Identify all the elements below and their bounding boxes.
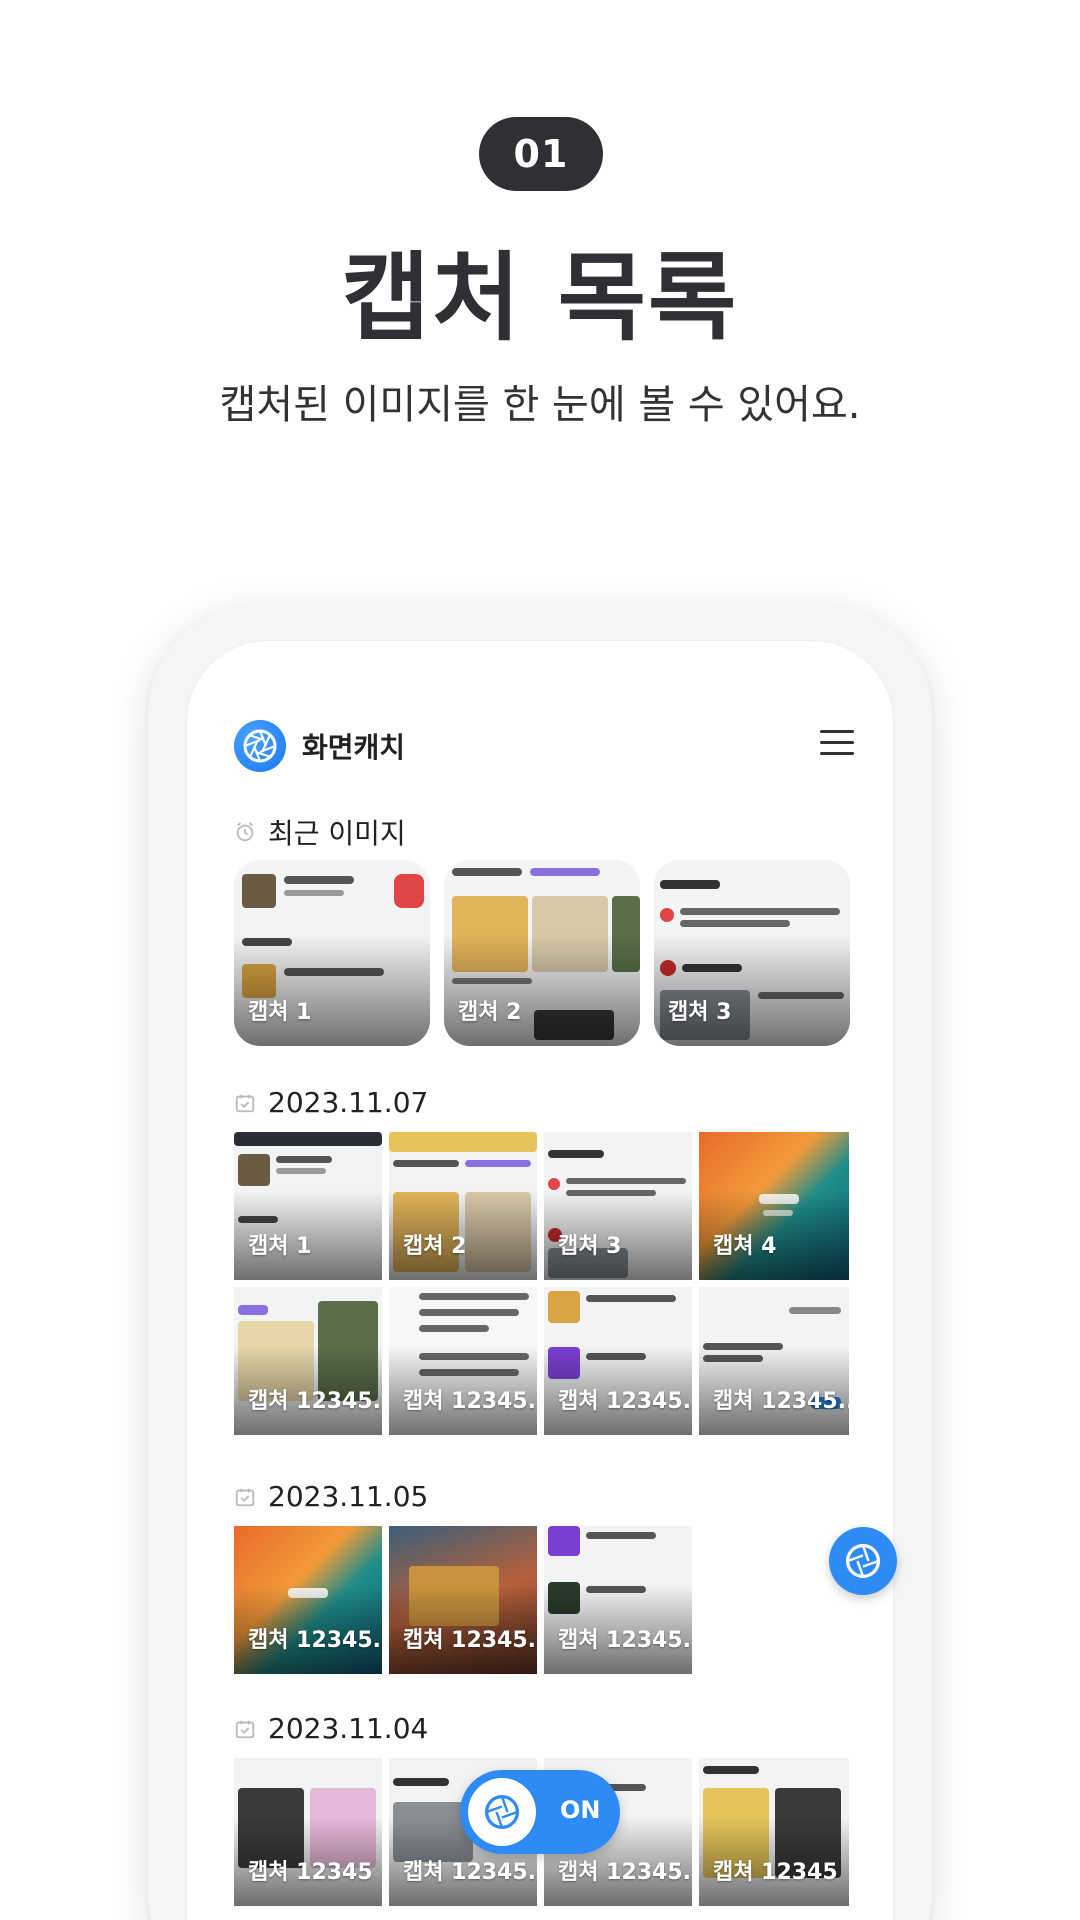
recent-thumb[interactable]: 캡쳐 1 (234, 860, 430, 1046)
toggle-label: ON (560, 1796, 601, 1824)
date-label: 2023.11.04 (268, 1712, 429, 1745)
capture-thumb[interactable]: 캡쳐 12345.. (544, 1287, 692, 1435)
capture-thumb[interactable]: 캡쳐 12345.. (389, 1287, 537, 1435)
thumb-caption: 캡쳐 2 (458, 1000, 522, 1025)
thumb-caption: 캡쳐 12345.. (558, 1389, 692, 1414)
thumb-caption: 캡쳐 12345 (713, 1860, 838, 1885)
recent-images-heading: 최근 이미지 (234, 812, 406, 852)
calendar-check-icon (235, 1488, 255, 1506)
capture-thumb[interactable]: 캡쳐 12345 (699, 1758, 849, 1906)
app-header: 화면캐치 (234, 720, 854, 776)
date-label: 2023.11.05 (268, 1480, 429, 1513)
date-heading: 2023.11.05 (234, 1480, 428, 1513)
capture-thumb[interactable]: 캡쳐 3 (544, 1132, 692, 1280)
thumb-caption: 캡쳐 12345.. (713, 1389, 849, 1414)
thumb-caption: 캡쳐 3 (558, 1234, 622, 1259)
capture-thumb[interactable]: 캡쳐 12345.. (234, 1526, 382, 1674)
thumb-caption: 캡쳐 12345.. (248, 1389, 382, 1414)
capture-thumb[interactable]: 캡쳐 12345.. (544, 1526, 692, 1674)
thumb-caption: 캡쳐 12345.. (558, 1628, 692, 1653)
capture-thumb[interactable]: 캡쳐 1 (234, 1132, 382, 1280)
capture-thumb[interactable]: 캡쳐 12345.. (389, 1526, 537, 1674)
alarm-clock-icon (236, 822, 254, 842)
thumb-caption: 캡쳐 4 (713, 1234, 777, 1259)
thumb-caption: 캡쳐 12345.. (403, 1860, 537, 1885)
capture-toggle[interactable]: ON (460, 1770, 620, 1854)
calendar-check-icon (235, 1094, 255, 1112)
app-title: 화면캐치 (302, 731, 406, 764)
capture-thumb[interactable]: 캡쳐 12345 (234, 1758, 382, 1906)
capture-thumb[interactable]: 캡쳐 2 (389, 1132, 537, 1280)
date-heading: 2023.11.04 (234, 1712, 428, 1745)
thumb-caption: 캡쳐 12345.. (248, 1628, 382, 1653)
hero-title: 캡처 목록 (341, 242, 739, 354)
thumb-caption: 캡쳐 12345.. (403, 1389, 537, 1414)
capture-thumb[interactable]: 캡쳐 12345.. (699, 1287, 849, 1435)
capture-thumb[interactable]: 캡쳐 12345.. (234, 1287, 382, 1435)
thumb-caption: 캡쳐 3 (668, 1000, 732, 1025)
camera-shutter-icon (234, 720, 286, 772)
thumb-caption: 캡쳐 1 (248, 1234, 312, 1259)
capture-thumb[interactable]: 캡쳐 4 (699, 1132, 849, 1280)
thumb-caption: 캡쳐 12345.. (558, 1860, 692, 1885)
recent-thumb[interactable]: 캡쳐 3 (654, 860, 850, 1046)
thumb-caption: 캡쳐 1 (248, 1000, 312, 1025)
step-badge: 01 (479, 117, 603, 191)
calendar-check-icon (235, 1720, 255, 1738)
thumb-caption: 캡쳐 2 (403, 1234, 467, 1259)
date-heading: 2023.11.07 (234, 1086, 428, 1119)
hamburger-menu-icon[interactable] (820, 730, 854, 756)
thumb-caption: 캡쳐 12345 (248, 1860, 373, 1885)
phone-screen: 화면캐치 최근 이미지 캡쳐 1 캡쳐 2 캡쳐 3 2023.11.07 캡쳐… (186, 640, 894, 1920)
recent-thumb[interactable]: 캡쳐 2 (444, 860, 640, 1046)
floating-capture-button[interactable] (829, 1527, 897, 1595)
recent-images-label: 최근 이미지 (268, 817, 406, 850)
camera-shutter-icon (845, 1543, 881, 1579)
thumb-caption: 캡쳐 12345.. (403, 1628, 537, 1653)
camera-shutter-icon (484, 1794, 520, 1830)
date-label: 2023.11.07 (268, 1086, 429, 1119)
toggle-knob (468, 1778, 536, 1846)
hero-subtitle: 캡처된 이미지를 한 눈에 볼 수 있어요. (219, 382, 861, 428)
